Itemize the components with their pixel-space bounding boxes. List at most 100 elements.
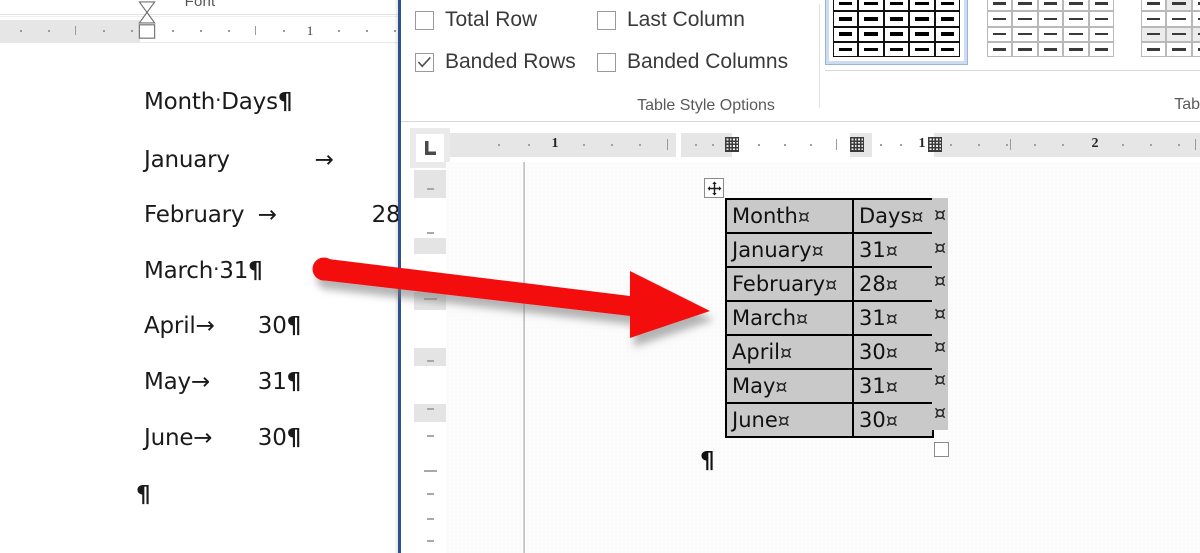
ribbon-divider-2 [0, 16, 400, 17]
table-cell-days[interactable]: 30¤ [852, 402, 934, 438]
table-cell-days[interactable]: 31¤ [852, 368, 934, 404]
table-style-thumb-2[interactable] [979, 0, 1122, 65]
table-cell-month[interactable]: March¤ [725, 300, 854, 336]
cell-text: 30 [859, 340, 886, 364]
table-cell-days[interactable]: 28¤ [852, 266, 934, 302]
tab-stop-selector[interactable] [410, 128, 450, 168]
table-cell-month[interactable]: February¤ [725, 266, 854, 302]
left-horizontal-ruler[interactable]: 1 [0, 20, 400, 43]
style-cell [858, 41, 884, 57]
table-move-handle[interactable] [704, 178, 724, 198]
table-cell-month[interactable]: May¤ [725, 368, 854, 404]
vruler-tick [427, 493, 434, 495]
style-cell [1037, 0, 1064, 12]
style-cell [1088, 0, 1114, 12]
cell-text: April [732, 340, 780, 364]
table-cell-days[interactable]: 31¤ [852, 232, 934, 268]
vertical-ruler[interactable] [414, 170, 446, 553]
vruler-row-segment [414, 310, 446, 348]
style-cell [1088, 11, 1114, 27]
table-style-thumb-3[interactable] [1133, 0, 1200, 65]
table-cell-days-header[interactable]: Days¤ [852, 198, 934, 234]
table-styles-group-label: Tab [1174, 96, 1200, 113]
table-cell-month[interactable]: June¤ [725, 402, 854, 438]
table-row[interactable]: January¤ 31¤ [725, 232, 934, 268]
ruler-column-zone [732, 133, 850, 157]
style-cell [833, 26, 859, 42]
checkbox-box-icon [597, 10, 616, 30]
ruler-tick [131, 30, 133, 32]
style-cell [1037, 41, 1064, 57]
table-row[interactable]: April¤ 30¤ [725, 334, 934, 370]
doc-line-march: March·31¶ [144, 257, 263, 284]
ruler-tick [712, 144, 714, 146]
checkbox-banded-columns[interactable]: Banded Columns [597, 50, 788, 74]
ruler-tick [1006, 144, 1008, 146]
cell-end-mark: ¤ [825, 274, 838, 296]
checkbox-total-row[interactable]: Total Row [415, 8, 537, 32]
ruler-tick [20, 30, 22, 32]
checkmark-icon [417, 56, 431, 68]
table-style-thumb-1[interactable] [825, 0, 968, 65]
ribbon-bottom-border [401, 121, 1200, 122]
row-end-mark: ¤ [932, 231, 948, 265]
cell-text: 30 [859, 408, 886, 432]
hanging-indent-marker[interactable] [138, 0, 156, 42]
cell-text: 28 [859, 272, 886, 296]
table-row[interactable]: March¤ 31¤ [725, 300, 934, 336]
style-cell [1012, 11, 1038, 27]
table-row[interactable]: June¤ 30¤ [725, 402, 934, 438]
ribbon-divider [0, 14, 400, 15]
horizontal-ruler[interactable]: 1 1 2 [450, 133, 1200, 157]
table-cell-month[interactable]: January¤ [725, 232, 854, 268]
cell-text: January [732, 238, 812, 262]
cell-end-mark: ¤ [777, 410, 790, 432]
table-styles-gallery[interactable] [825, 0, 1200, 65]
style-cell [1037, 11, 1064, 27]
table-row[interactable]: Month¤ Days¤ [725, 198, 934, 234]
ruler-tick-major [75, 26, 76, 35]
vruler-tick [424, 298, 437, 300]
style-cell [883, 26, 910, 42]
style-cell [1012, 26, 1038, 42]
style-cell [1012, 41, 1038, 57]
move-cross-icon [707, 181, 721, 195]
word-table[interactable]: Month¤ Days¤ January¤ 31¤ February¤ 28¤ … [725, 198, 934, 438]
checkbox-label: Last Column [627, 8, 745, 31]
vruler-row-segment [414, 254, 446, 292]
style-cell [1191, 11, 1200, 27]
table-cell-days[interactable]: 31¤ [852, 300, 934, 336]
ruler-tick [528, 144, 530, 146]
font-group-label: Font [184, 0, 216, 10]
table-style-options-group-label: Table Style Options [637, 97, 775, 114]
ruler-tick [810, 144, 812, 146]
doc-line-february: February → 28¶ [144, 202, 400, 228]
table-row[interactable]: May¤ 31¤ [725, 368, 934, 404]
style-cell [934, 41, 960, 57]
ruler-tick [758, 144, 760, 146]
style-grid [833, 0, 960, 57]
style-cell [1191, 41, 1200, 57]
ruler-tick [583, 144, 585, 146]
doc-line-empty: ¶ [136, 482, 151, 508]
table-column-marker[interactable] [725, 137, 739, 152]
ruler-tick [695, 144, 697, 146]
table-cell-days[interactable]: 30¤ [852, 334, 934, 370]
ruler-tick [880, 144, 882, 146]
left-tab-stop-icon [425, 141, 436, 155]
vruler-tick [427, 188, 434, 190]
vruler-tick [427, 518, 434, 520]
table-row[interactable]: February¤ 28¤ [725, 266, 934, 302]
ruler-tick [1122, 144, 1124, 146]
table-cell-month-header[interactable]: Month¤ [725, 198, 854, 234]
cell-end-mark: ¤ [885, 410, 898, 432]
table-column-marker[interactable] [850, 137, 864, 152]
table-resize-handle[interactable] [934, 442, 949, 457]
style-cell [858, 26, 884, 42]
checkbox-banded-rows[interactable]: Banded Rows [415, 50, 576, 74]
style-cell [909, 11, 935, 27]
checkbox-last-column[interactable]: Last Column [597, 8, 745, 32]
table-tools-ribbon: Total Row Last Column Banded Rows Banded… [401, 0, 1200, 122]
table-cell-month[interactable]: April¤ [725, 334, 854, 370]
table-column-marker[interactable] [928, 137, 942, 152]
